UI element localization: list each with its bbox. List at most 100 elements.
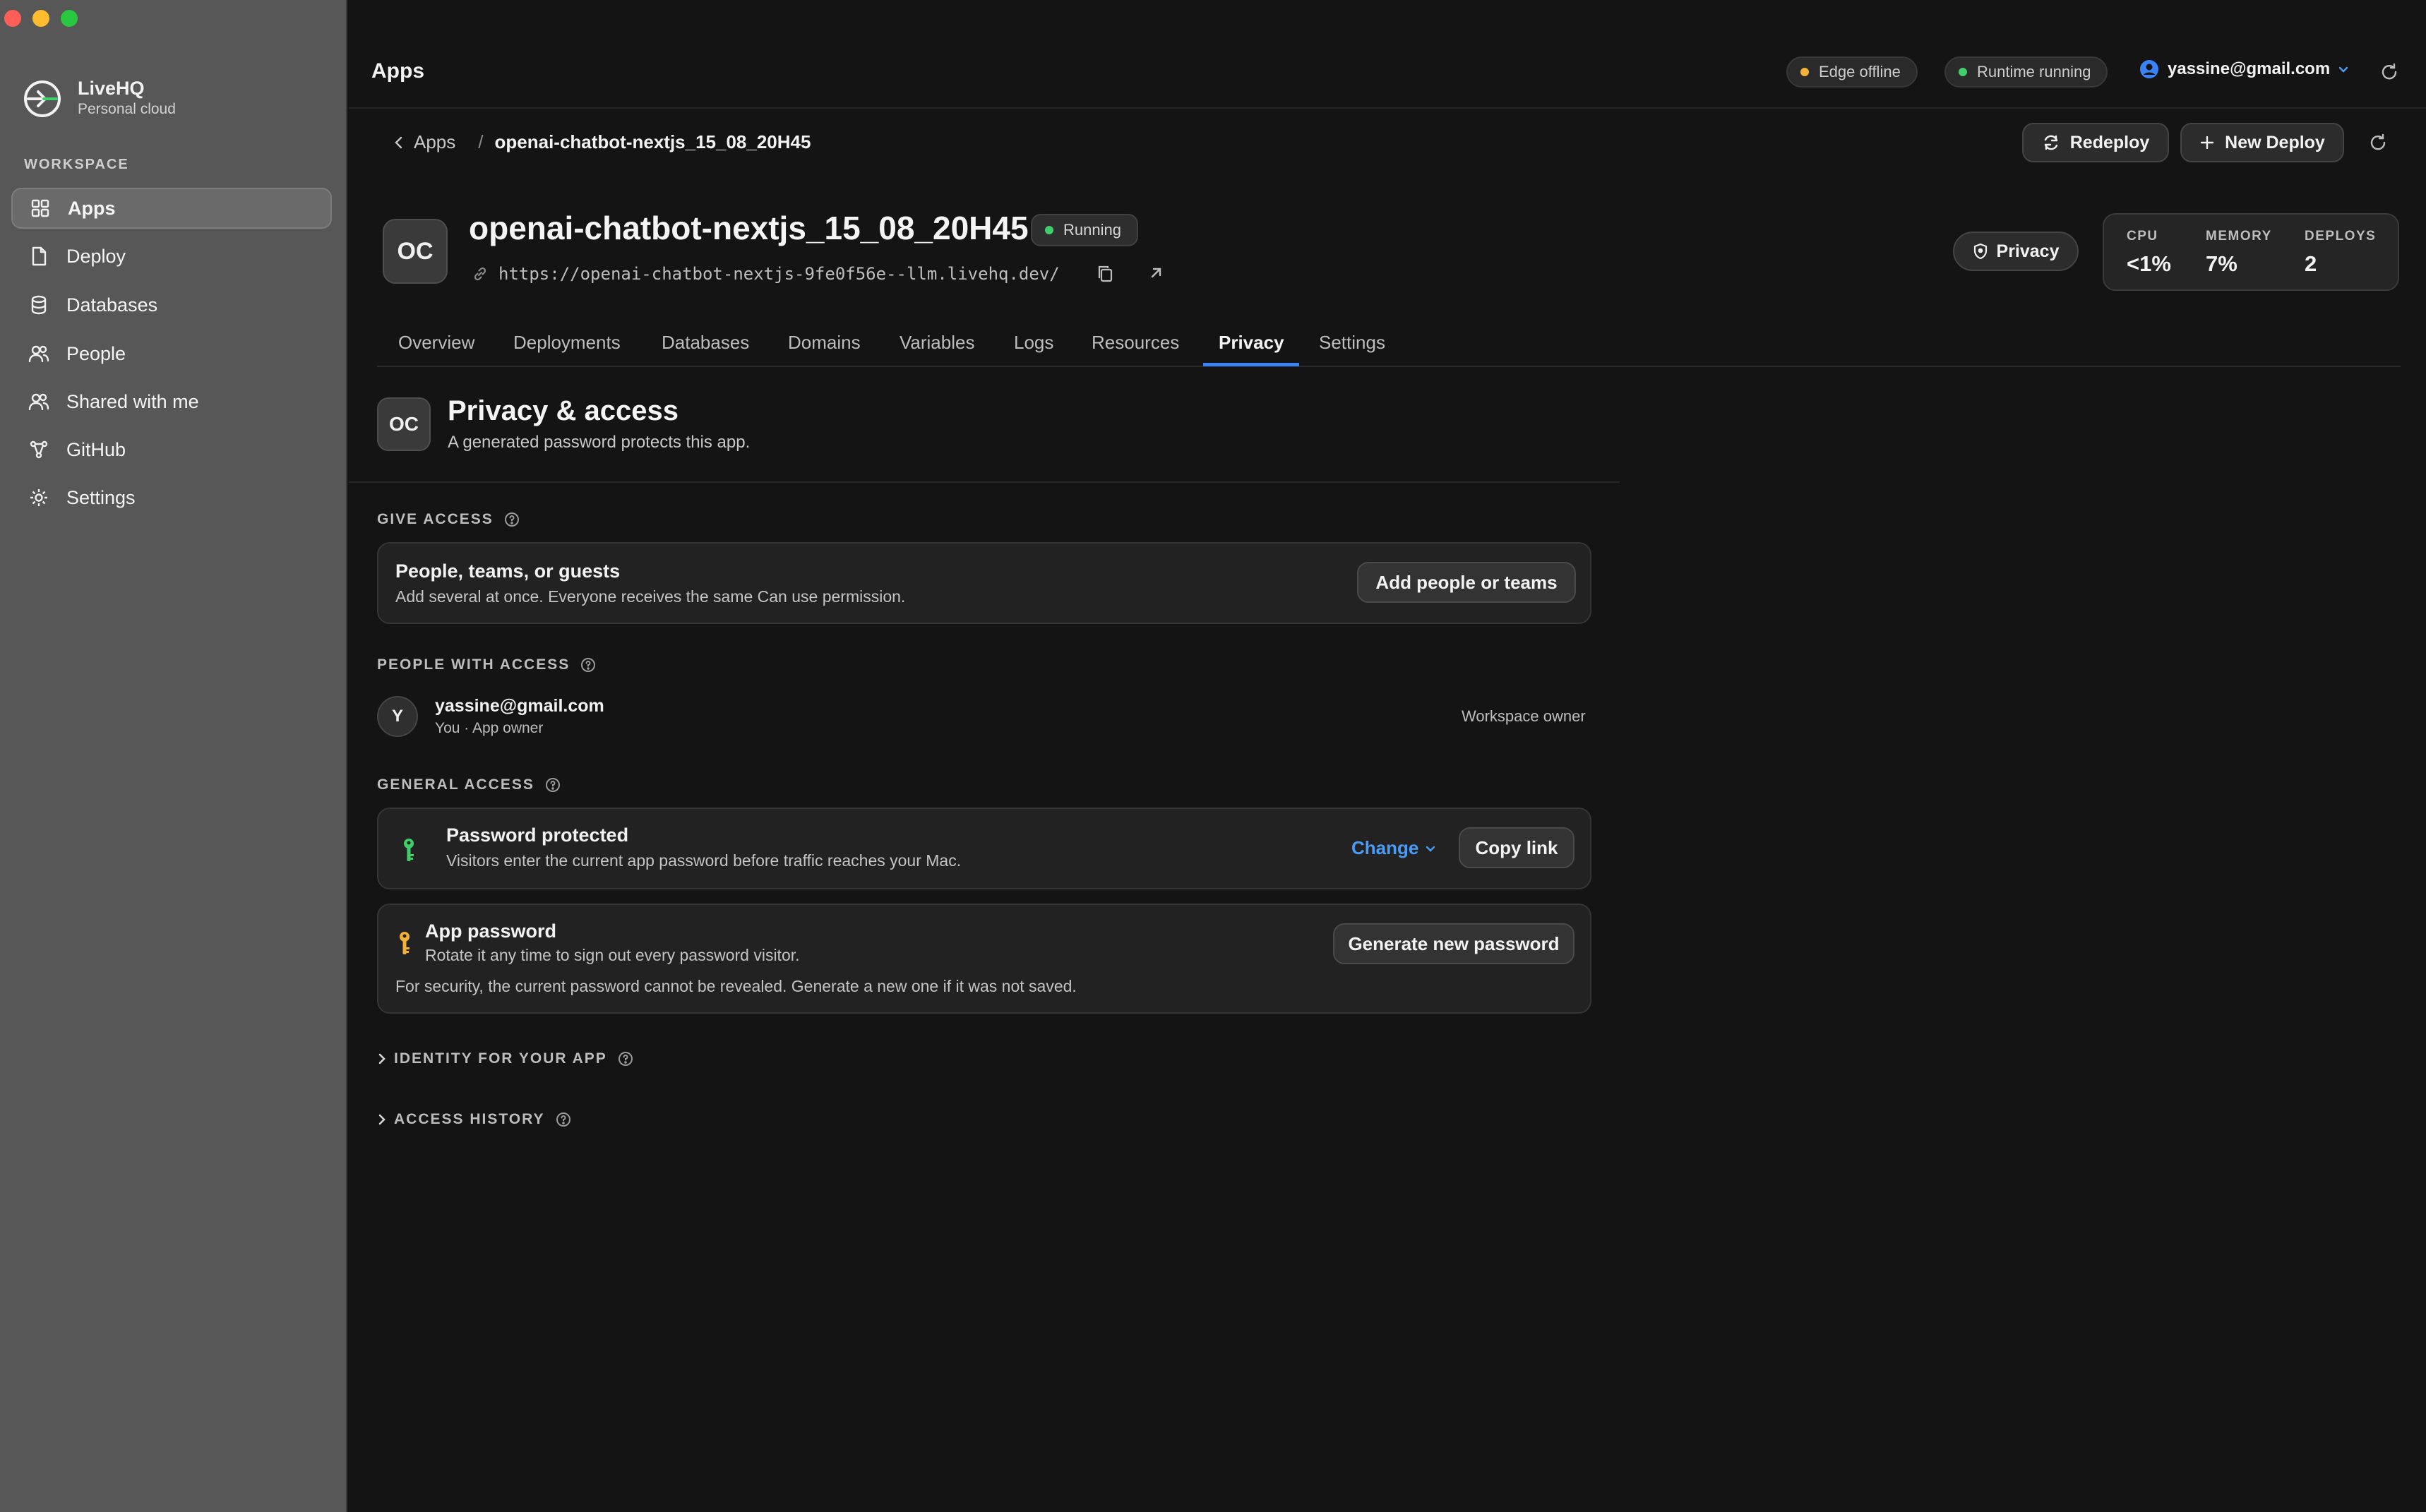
memory-value: 7%: [2206, 251, 2237, 276]
help-icon[interactable]: [580, 656, 597, 673]
app-status-badge: Running: [1031, 214, 1138, 246]
refresh-icon[interactable]: [2375, 58, 2403, 86]
close-window-button[interactable]: [4, 10, 21, 27]
help-icon[interactable]: [503, 511, 520, 528]
people-with-access-label-text: PEOPLE WITH ACCESS: [377, 656, 570, 673]
tab-logs[interactable]: Logs: [1014, 332, 1053, 354]
deploys-label: DEPLOYS: [2305, 229, 2377, 244]
app-avatar: OC: [383, 219, 448, 284]
sidebar-item-databases[interactable]: Databases: [11, 284, 332, 325]
give-access-title: People, teams, or guests: [395, 560, 621, 582]
tab-variables[interactable]: Variables: [900, 332, 974, 354]
key-icon: [397, 930, 412, 956]
runtime-status-dot: [1959, 68, 1967, 76]
breadcrumb: Apps / openai-chatbot-nextjs_15_08_20H45: [393, 131, 811, 153]
sidebar-item-deploy[interactable]: Deploy: [11, 236, 332, 277]
tab-settings[interactable]: Settings: [1319, 332, 1385, 354]
git-branch-icon: [28, 439, 49, 460]
privacy-button-label: Privacy: [1996, 241, 2060, 261]
minimize-window-button[interactable]: [32, 10, 49, 27]
access-history-label: ACCESS HISTORY: [394, 1111, 545, 1127]
person-role-subtitle: You · App owner: [435, 720, 544, 736]
sidebar: LiveHQ Personal cloud WORKSPACE Apps Dep…: [0, 0, 347, 1512]
sidebar-item-shared-with-me[interactable]: Shared with me: [11, 381, 332, 422]
help-icon[interactable]: [544, 776, 561, 793]
app-url-link[interactable]: https://openai-chatbot-nextjs-9fe0f56e--…: [498, 264, 1060, 284]
app-status-label: Running: [1063, 221, 1121, 239]
tabs-divider: [377, 366, 2401, 367]
copy-icon[interactable]: [1096, 264, 1116, 284]
maximize-window-button[interactable]: [61, 10, 78, 27]
app-stats-panel: CPU <1% MEMORY 7% DEPLOYS 2: [2103, 213, 2399, 291]
general-access-subtitle: Visitors enter the current app password …: [446, 851, 962, 870]
shield-icon: [1973, 243, 1988, 260]
edge-status-label: Edge offline: [1819, 63, 1901, 80]
privacy-button[interactable]: Privacy: [1953, 232, 2079, 271]
link-icon: [472, 265, 489, 282]
generate-password-button[interactable]: Generate new password: [1333, 923, 1574, 964]
breadcrumb-current: openai-chatbot-nextjs_15_08_20H45: [494, 131, 811, 152]
help-icon[interactable]: [617, 1050, 634, 1067]
general-access-label: GENERAL ACCESS: [377, 776, 561, 793]
privacy-section-title: Privacy & access: [448, 395, 679, 426]
new-deploy-button[interactable]: New Deploy: [2180, 123, 2344, 162]
person-email: yassine@gmail.com: [435, 696, 604, 716]
help-icon[interactable]: [555, 1111, 572, 1128]
chevron-down-icon: [2337, 63, 2350, 76]
person-role: Workspace owner: [1462, 707, 1586, 725]
breadcrumb-parent-link[interactable]: Apps: [414, 131, 455, 153]
runtime-status-badge: Runtime running: [1944, 56, 2108, 88]
redeploy-icon: [2042, 133, 2060, 152]
general-access-card: Password protected Visitors enter the cu…: [377, 808, 1591, 889]
sidebar-item-label: Deploy: [66, 245, 126, 267]
database-icon: [28, 294, 49, 316]
plus-icon: [2199, 135, 2215, 150]
sidebar-item-label: People: [66, 342, 126, 364]
topbar-divider: [349, 107, 2426, 109]
gear-icon: [28, 487, 49, 508]
tab-resources[interactable]: Resources: [1092, 332, 1179, 354]
app-password-subtitle: Rotate it any time to sign out every pas…: [425, 946, 800, 964]
general-access-title: Password protected: [446, 824, 629, 846]
app-password-card: App password Rotate it any time to sign …: [377, 904, 1591, 1014]
sidebar-item-people[interactable]: People: [11, 333, 332, 374]
brand-name: LiveHQ: [78, 78, 145, 99]
app-password-title: App password: [425, 920, 557, 942]
identity-section-toggle[interactable]: IDENTITY FOR YOUR APP: [377, 1050, 634, 1067]
people-icon: [28, 343, 49, 364]
key-icon: [401, 837, 417, 863]
chevron-left-icon[interactable]: [393, 136, 405, 150]
chevron-right-icon: [377, 1052, 387, 1066]
tab-databases[interactable]: Databases: [662, 332, 749, 354]
redeploy-button[interactable]: Redeploy: [2022, 123, 2169, 162]
sidebar-item-label: Settings: [66, 486, 136, 508]
access-history-toggle[interactable]: ACCESS HISTORY: [377, 1111, 572, 1128]
breadcrumb-separator: /: [478, 131, 484, 152]
sidebar-item-apps[interactable]: Apps: [11, 188, 332, 229]
give-access-subtitle: Add several at once. Everyone receives t…: [395, 587, 906, 606]
sidebar-item-label: Shared with me: [66, 390, 199, 412]
sidebar-item-github[interactable]: GitHub: [11, 429, 332, 470]
sidebar-item-label: Apps: [68, 197, 116, 219]
redeploy-label: Redeploy: [2069, 132, 2150, 152]
user-menu-button[interactable]: yassine@gmail.com: [2139, 59, 2350, 79]
give-access-label: GIVE ACCESS: [377, 511, 520, 528]
sidebar-item-settings[interactable]: Settings: [11, 477, 332, 518]
add-people-button[interactable]: Add people or teams: [1357, 562, 1576, 603]
change-access-dropdown[interactable]: Change: [1351, 837, 1437, 859]
tab-privacy[interactable]: Privacy: [1219, 332, 1284, 354]
sidebar-item-label: GitHub: [66, 438, 126, 460]
tab-overview[interactable]: Overview: [398, 332, 474, 354]
tab-deployments[interactable]: Deployments: [513, 332, 621, 354]
page-title: Apps: [371, 59, 424, 83]
change-access-label: Change: [1351, 837, 1419, 858]
tab-domains[interactable]: Domains: [788, 332, 861, 354]
external-link-icon[interactable]: [1147, 264, 1165, 282]
chevron-right-icon: [377, 1112, 387, 1127]
copy-link-button[interactable]: Copy link: [1459, 827, 1574, 868]
privacy-app-avatar: OC: [377, 397, 431, 451]
sidebar-item-label: Databases: [66, 294, 158, 316]
refresh-app-icon[interactable]: [2364, 128, 2392, 157]
identity-section-label: IDENTITY FOR YOUR APP: [394, 1050, 607, 1067]
livehq-logo-icon: [23, 79, 62, 119]
